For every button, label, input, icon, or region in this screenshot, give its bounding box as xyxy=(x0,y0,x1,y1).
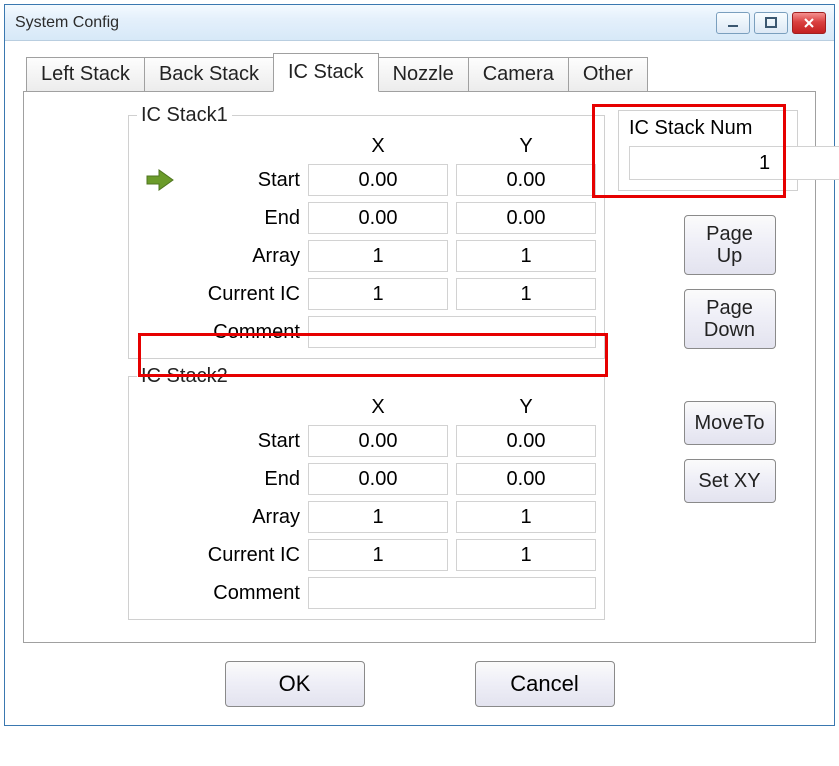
stack2-start-y[interactable] xyxy=(456,425,596,457)
ic-stack-num-group: IC Stack Num xyxy=(618,110,798,191)
window-controls xyxy=(716,12,826,34)
minimize-button[interactable] xyxy=(716,12,750,34)
stack1-array-x[interactable] xyxy=(308,240,448,272)
stack1-label-comment: Comment xyxy=(190,321,300,344)
group-ic-stack2-legend: IC Stack2 xyxy=(137,365,232,388)
stack2-header-y: Y xyxy=(456,396,596,419)
stack2-array-x[interactable] xyxy=(308,501,448,533)
group-ic-stack1: IC Stack1 X Y Start xyxy=(128,104,605,359)
stack2-label-end: End xyxy=(190,468,300,491)
side-panel: IC Stack Num Page U xyxy=(598,104,801,626)
tab-camera[interactable]: Camera xyxy=(468,57,569,91)
stack1-start-x[interactable] xyxy=(308,164,448,196)
stack2-start-x[interactable] xyxy=(308,425,448,457)
tab-other[interactable]: Other xyxy=(568,57,648,91)
tab-ic-stack[interactable]: IC Stack xyxy=(273,53,379,92)
stack1-array-y[interactable] xyxy=(456,240,596,272)
stack1-label-start: Start xyxy=(190,169,300,192)
stack1-label-array: Array xyxy=(190,245,300,268)
system-config-window: System Config Left Stack Back Stack IC S… xyxy=(4,4,835,726)
ic-stack-num-input[interactable] xyxy=(629,146,839,180)
stack1-comment[interactable] xyxy=(308,316,596,348)
stack1-label-currentic: Current IC xyxy=(190,283,300,306)
titlebar: System Config xyxy=(5,5,834,41)
group-ic-stack1-legend: IC Stack1 xyxy=(137,104,232,127)
ic-stack-num-label: IC Stack Num xyxy=(629,117,787,140)
stack1-end-x[interactable] xyxy=(308,202,448,234)
tab-back-stack[interactable]: Back Stack xyxy=(144,57,274,91)
window-title: System Config xyxy=(13,14,716,32)
maximize-button[interactable] xyxy=(754,12,788,34)
stack1-header-y: Y xyxy=(456,135,596,158)
stack2-end-x[interactable] xyxy=(308,463,448,495)
stack2-end-y[interactable] xyxy=(456,463,596,495)
dialog-buttons: OK Cancel xyxy=(23,661,816,707)
page-down-button[interactable]: Page Down xyxy=(684,289,776,349)
stack2-comment[interactable] xyxy=(308,577,596,609)
tab-strip: Left Stack Back Stack IC Stack Nozzle Ca… xyxy=(26,53,816,91)
stack1-header-x: X xyxy=(308,135,448,158)
set-xy-button[interactable]: Set XY xyxy=(684,459,776,503)
current-row-arrow-icon xyxy=(137,167,182,193)
tab-page-ic-stack: IC Stack1 X Y Start xyxy=(23,91,816,643)
maximize-icon xyxy=(764,17,778,29)
stack2-header-x: X xyxy=(308,396,448,419)
stack2-currentic-y[interactable] xyxy=(456,539,596,571)
close-button[interactable] xyxy=(792,12,826,34)
page-up-button[interactable]: Page Up xyxy=(684,215,776,275)
tab-left-stack[interactable]: Left Stack xyxy=(26,57,145,91)
minimize-icon xyxy=(726,17,740,29)
cancel-button[interactable]: Cancel xyxy=(475,661,615,707)
stack2-label-currentic: Current IC xyxy=(190,544,300,567)
close-icon xyxy=(802,17,816,29)
stack2-currentic-x[interactable] xyxy=(308,539,448,571)
client-area: Left Stack Back Stack IC Stack Nozzle Ca… xyxy=(5,41,834,725)
stack1-label-end: End xyxy=(190,207,300,230)
stack2-array-y[interactable] xyxy=(456,501,596,533)
stack1-currentic-x[interactable] xyxy=(308,278,448,310)
stack1-start-y[interactable] xyxy=(456,164,596,196)
stack2-label-comment: Comment xyxy=(190,582,300,605)
move-to-button[interactable]: MoveTo xyxy=(684,401,776,445)
ok-button[interactable]: OK xyxy=(225,661,365,707)
group-ic-stack2: IC Stack2 X Y Start End xyxy=(128,365,605,620)
tab-nozzle[interactable]: Nozzle xyxy=(378,57,469,91)
stack2-label-array: Array xyxy=(190,506,300,529)
stack1-currentic-y[interactable] xyxy=(456,278,596,310)
stack1-end-y[interactable] xyxy=(456,202,596,234)
stack2-label-start: Start xyxy=(190,430,300,453)
